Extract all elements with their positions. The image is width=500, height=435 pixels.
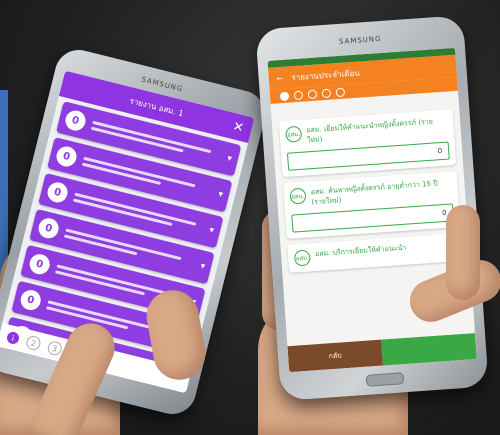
vhv-badge-icon: อสม. [285, 125, 303, 143]
back-arrow-icon[interactable]: ← [276, 73, 283, 82]
report-count: 0 [27, 252, 52, 277]
question-text: อสม. ค้นหาหญิงตั้งครรภ์ อายุต่ำกว่า 15 ป… [310, 179, 438, 207]
step-dot[interactable]: 2 [24, 334, 42, 352]
chevron-down-icon: ▾ [217, 189, 224, 201]
chevron-down-icon: ▾ [226, 153, 233, 165]
step-dot[interactable] [279, 91, 290, 101]
step-dot[interactable] [321, 88, 332, 98]
chevron-down-icon: ▾ [208, 225, 215, 237]
photo-scene: SAMSUNG รายงาน อสม. 1 ✕ 0 ▾ 0 ▾ 0 ▾ 0 ▾ … [0, 0, 500, 435]
question-card: อสม. อสม. ค้นหาหญิงตั้งครรภ์ อายุต่ำกว่า… [283, 171, 461, 240]
close-icon[interactable]: ✕ [231, 119, 245, 136]
next-button[interactable] [381, 333, 477, 366]
chevron-down-icon: ▾ [199, 261, 207, 273]
left-phone: SAMSUNG รายงาน อสม. 1 ✕ 0 ▾ 0 ▾ 0 ▾ 0 ▾ … [0, 44, 270, 420]
monthly-report-title: รายงานประจำเดือน [291, 68, 360, 82]
report-count: 0 [45, 180, 70, 205]
left-phone-screen: รายงาน อสม. 1 ✕ 0 ▾ 0 ▾ 0 ▾ 0 ▾ 0 0 i 2 … [0, 70, 255, 394]
report-count: 0 [54, 144, 79, 169]
vhv-badge-icon: อสม. [289, 187, 307, 205]
step-dot[interactable] [307, 89, 318, 99]
count-input[interactable]: 0 [286, 141, 450, 171]
step-dot[interactable] [293, 90, 304, 100]
right-hand-fingers [446, 205, 480, 300]
report-count: 0 [63, 108, 88, 133]
report-count: 0 [18, 287, 43, 313]
step-dot[interactable] [335, 87, 346, 97]
question-text: อสม. บริการเยี่ยมให้คำแนะนำ [314, 243, 407, 259]
right-phone-screen: ← รายงานประจำเดือน อสม. อสม. เยี่ยมให้คำ… [267, 47, 477, 373]
count-input[interactable]: 0 [291, 203, 455, 233]
home-button[interactable] [365, 372, 405, 387]
vhv-badge-icon: อสม. [293, 249, 311, 267]
question-text: อสม. เยี่ยมให้คำแนะนำหญิงตั้งครรภ์ (รายใ… [306, 117, 434, 145]
info-icon[interactable]: i [5, 330, 21, 346]
bottom-action-bar: กลับ [287, 333, 477, 373]
question-card: อสม. อสม. บริการเยี่ยมให้คำแนะนำ [287, 232, 463, 273]
back-button[interactable]: กลับ [287, 339, 384, 373]
report-count: 0 [36, 216, 61, 241]
question-card: อสม. อสม. เยี่ยมให้คำแนะนำหญิงตั้งครรภ์ … [278, 109, 457, 178]
right-phone-brand: SAMSUNG [338, 34, 382, 46]
